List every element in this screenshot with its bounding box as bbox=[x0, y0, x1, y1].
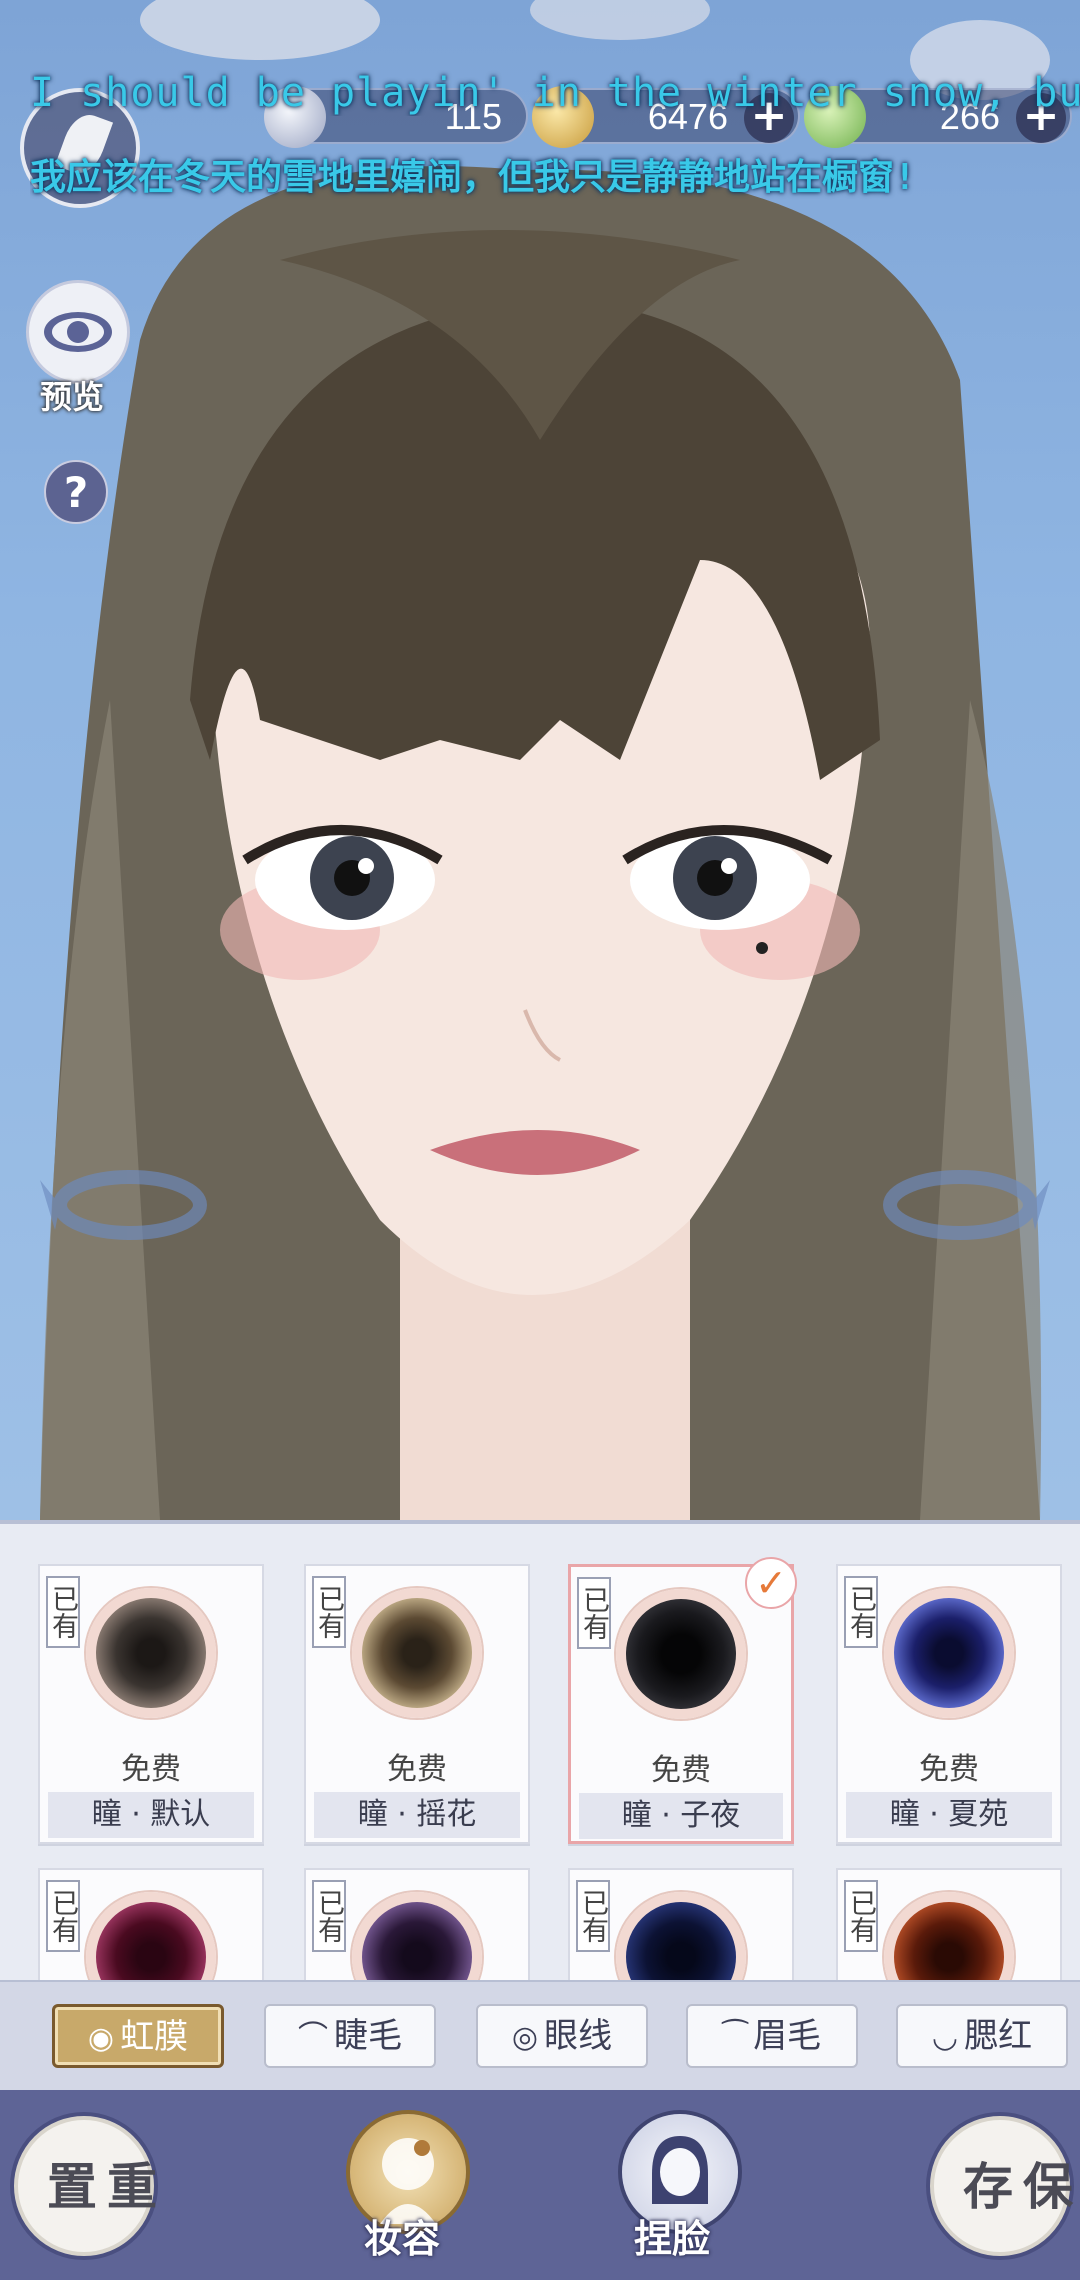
iris-item-grid: 已有 免费 瞳 · 默认 已有 免费 瞳 · 摇花 已有 免费 瞳 · 子夜 ✓… bbox=[0, 1520, 1080, 1980]
owned-tag: 已有 bbox=[46, 1576, 80, 1648]
lyric-english: I should be playin' in the winter snow, … bbox=[30, 70, 1080, 116]
makeup-label: 妆容 bbox=[364, 2216, 441, 2261]
item-price: 免费 bbox=[121, 1752, 181, 1787]
item-card-moren[interactable]: 已有 免费 瞳 · 默认 bbox=[38, 1564, 264, 1844]
bottom-bar: 重置 妆容 捏脸 保存 bbox=[0, 2090, 1080, 2280]
iris-icon: ◉ bbox=[87, 2021, 115, 2056]
save-button[interactable]: 保存 bbox=[930, 2116, 1074, 2256]
iris-swatch bbox=[884, 1892, 1014, 1980]
owned-tag: 已有 bbox=[844, 1880, 878, 1952]
iris-swatch bbox=[86, 1588, 216, 1718]
iris-swatch bbox=[884, 1588, 1014, 1718]
owned-tag: 已有 bbox=[844, 1576, 878, 1648]
tab-label: 眉毛 bbox=[753, 2016, 822, 2056]
eyebrow-icon: ⁀ bbox=[722, 2020, 748, 2055]
category-tabs: ◉ 虹膜 ⌒ 睫毛 ◎ 眼线 ⁀ 眉毛 ◡ 腮红 bbox=[0, 1980, 1080, 2090]
face-label: 捏脸 bbox=[634, 2216, 711, 2261]
eyelash-icon: ⌒ bbox=[298, 2020, 328, 2055]
save-label: 保存 bbox=[955, 2160, 1074, 2224]
reset-button[interactable]: 重置 bbox=[14, 2116, 158, 2256]
tab-label: 睫毛 bbox=[334, 2016, 402, 2056]
item-card[interactable]: 已有 bbox=[836, 1868, 1062, 1980]
owned-tag: 已有 bbox=[312, 1576, 346, 1648]
item-name: 瞳 · 子夜 bbox=[579, 1793, 783, 1839]
character-viewport[interactable] bbox=[0, 0, 1080, 1520]
owned-tag: 已有 bbox=[577, 1577, 611, 1649]
preview-button[interactable] bbox=[26, 280, 130, 384]
item-card[interactable]: 已有 bbox=[568, 1868, 794, 1980]
tab-label: 腮红 bbox=[964, 2016, 1033, 2056]
tab-eyelash[interactable]: ⌒ 睫毛 bbox=[264, 2004, 436, 2068]
item-name: 瞳 · 默认 bbox=[48, 1792, 254, 1838]
owned-tag: 已有 bbox=[576, 1880, 610, 1952]
tab-eyeliner[interactable]: ◎ 眼线 bbox=[476, 2004, 648, 2068]
iris-swatch bbox=[352, 1588, 482, 1718]
iris-swatch bbox=[86, 1892, 216, 1980]
item-price: 免费 bbox=[387, 1752, 447, 1787]
tab-eyebrow[interactable]: ⁀ 眉毛 bbox=[686, 2004, 858, 2068]
item-name: 瞳 · 夏苑 bbox=[846, 1792, 1052, 1838]
item-card-yaohua[interactable]: 已有 免费 瞳 · 摇花 bbox=[304, 1564, 530, 1844]
eye-icon: ◎ bbox=[511, 2020, 539, 2055]
lyric-chinese: 我应该在冬天的雪地里嬉闹，但我只是静静地站在橱窗! bbox=[30, 157, 916, 198]
owned-tag: 已有 bbox=[46, 1880, 80, 1952]
selected-check-icon: ✓ bbox=[745, 1557, 797, 1609]
iris-swatch bbox=[616, 1589, 746, 1719]
reset-label: 重置 bbox=[39, 2160, 158, 2224]
preview-label: 预览 bbox=[40, 378, 105, 416]
iris-swatch bbox=[352, 1892, 482, 1980]
item-price: 免费 bbox=[651, 1753, 711, 1788]
tab-iris[interactable]: ◉ 虹膜 bbox=[52, 2004, 224, 2068]
iris-swatch bbox=[616, 1892, 746, 1980]
eye-icon bbox=[44, 312, 112, 352]
item-price: 免费 bbox=[919, 1752, 979, 1787]
character-portrait bbox=[40, 0, 1050, 1520]
item-name: 瞳 · 摇花 bbox=[314, 1792, 520, 1838]
tab-label: 虹膜 bbox=[120, 2017, 189, 2057]
blush-icon: ◡ bbox=[931, 2020, 959, 2055]
tab-blush[interactable]: ◡ 腮红 bbox=[896, 2004, 1068, 2068]
tab-label: 眼线 bbox=[544, 2016, 613, 2056]
item-card-ziye[interactable]: 已有 免费 瞳 · 子夜 ✓ bbox=[568, 1557, 797, 1844]
item-card[interactable]: 已有 bbox=[304, 1868, 530, 1980]
help-button[interactable]: ? bbox=[44, 460, 108, 524]
owned-tag: 已有 bbox=[312, 1880, 346, 1952]
item-card-xiayuan[interactable]: 已有 免费 瞳 · 夏苑 bbox=[836, 1564, 1062, 1844]
item-card[interactable]: 已有 bbox=[38, 1868, 264, 1980]
